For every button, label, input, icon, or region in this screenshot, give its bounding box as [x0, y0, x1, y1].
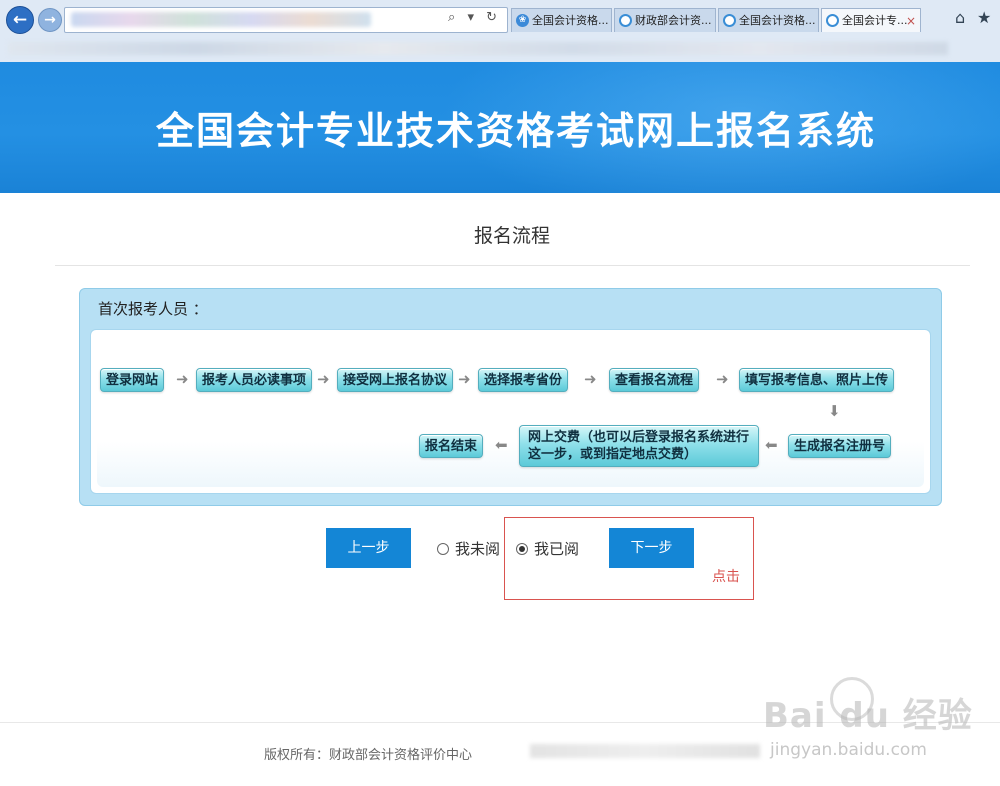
- annotation-highlight-box: [504, 517, 754, 600]
- tab-label: 财政部会计资...: [635, 14, 712, 27]
- watermark-logo: Bai du 经验: [763, 696, 973, 736]
- ie-icon: [826, 14, 839, 27]
- browser-tab[interactable]: 财政部会计资...: [614, 8, 716, 32]
- registration-flow-panel: 首次报考人员 ： 登录网站 ➜ 报考人员必读事项 ➜ 接受网上报名协议 ➜ 选择…: [79, 288, 942, 506]
- prev-step-button[interactable]: 上一步: [326, 528, 411, 568]
- flow-step-online-payment: 网上交费（也可以后登录报名系统进行这一步，或到指定地点交费）: [519, 425, 759, 467]
- radio-unread-label: 我未阅: [455, 540, 501, 558]
- arrow-left-icon: ⬅: [765, 436, 778, 454]
- flow-step-fill-info: 填写报考信息、照片上传: [739, 368, 895, 392]
- flow-diagram: 登录网站 ➜ 报考人员必读事项 ➜ 接受网上报名协议 ➜ 选择报考省份 ➜ 查看…: [90, 329, 931, 494]
- address-tools-icon[interactable]: ⌕ ▾ ↻: [448, 10, 501, 25]
- arrow-right-icon: ➜: [584, 370, 597, 388]
- arrow-down-icon: ⬇: [828, 402, 841, 420]
- arrow-right-icon: ➜: [458, 370, 471, 388]
- browser-toolbar: ← → ⌕ ▾ ↻ ❀ 全国会计资格... 财政部会计资... 全国会计资格..…: [0, 0, 1000, 63]
- tab-label: 全国会计专...: [842, 14, 908, 27]
- address-url-blurred: [71, 12, 371, 27]
- radio-circle-icon[interactable]: [437, 542, 449, 555]
- arrow-right-icon: ➜: [317, 370, 330, 388]
- browser-tab-active[interactable]: 全国会计专... ×: [821, 8, 921, 32]
- flow-step-login: 登录网站: [100, 368, 165, 392]
- divider: [55, 265, 970, 266]
- close-tab-icon[interactable]: ×: [906, 9, 916, 32]
- flow-step-view-process: 查看报名流程: [609, 368, 700, 392]
- flow-step-read-notice: 报考人员必读事项: [196, 368, 313, 392]
- favorites-icon[interactable]: ★: [977, 8, 991, 27]
- address-bar[interactable]: ⌕ ▾ ↻: [64, 7, 508, 33]
- arrow-right-icon: ➜: [716, 370, 729, 388]
- flow-step-finish: 报名结束: [419, 434, 484, 458]
- browser-tab[interactable]: ❀ 全国会计资格...: [511, 8, 612, 32]
- copyright-text: 版权所有：财政部会计资格评价中心: [264, 748, 473, 763]
- forward-button[interactable]: →: [38, 8, 62, 32]
- site-banner: 全国会计专业技术资格考试网上报名系统: [0, 62, 1000, 193]
- flow-step-registration-number: 生成报名注册号: [788, 434, 892, 458]
- bookmarks-bar: [0, 36, 1000, 60]
- site-icon: ❀: [516, 14, 529, 27]
- ie-icon: [723, 14, 736, 27]
- site-title: 全国会计专业技术资格考试网上报名系统: [155, 109, 876, 153]
- ie-icon: [619, 14, 632, 27]
- bookmarks-blurred: [8, 42, 948, 55]
- tab-label: 全国会计资格...: [532, 14, 609, 27]
- footer-blurred-text: [530, 744, 760, 758]
- back-button[interactable]: ←: [6, 6, 34, 34]
- watermark-url: jingyan.baidu.com: [770, 740, 927, 760]
- flow-label: 首次报考人员 ：: [98, 300, 208, 318]
- arrow-right-icon: ➜: [176, 370, 189, 388]
- annotation-click-label: 点击: [712, 569, 740, 585]
- flow-step-choose-province: 选择报考省份: [478, 368, 569, 392]
- radio-unread[interactable]: 我未阅: [437, 538, 500, 559]
- arrow-left-icon: ⬅: [495, 436, 508, 454]
- home-icon[interactable]: ⌂: [955, 8, 965, 27]
- page-title: 报名流程: [473, 225, 550, 247]
- tab-label: 全国会计资格...: [739, 14, 816, 27]
- browser-tab[interactable]: 全国会计资格...: [718, 8, 819, 32]
- flow-step-accept-agreement: 接受网上报名协议: [337, 368, 454, 392]
